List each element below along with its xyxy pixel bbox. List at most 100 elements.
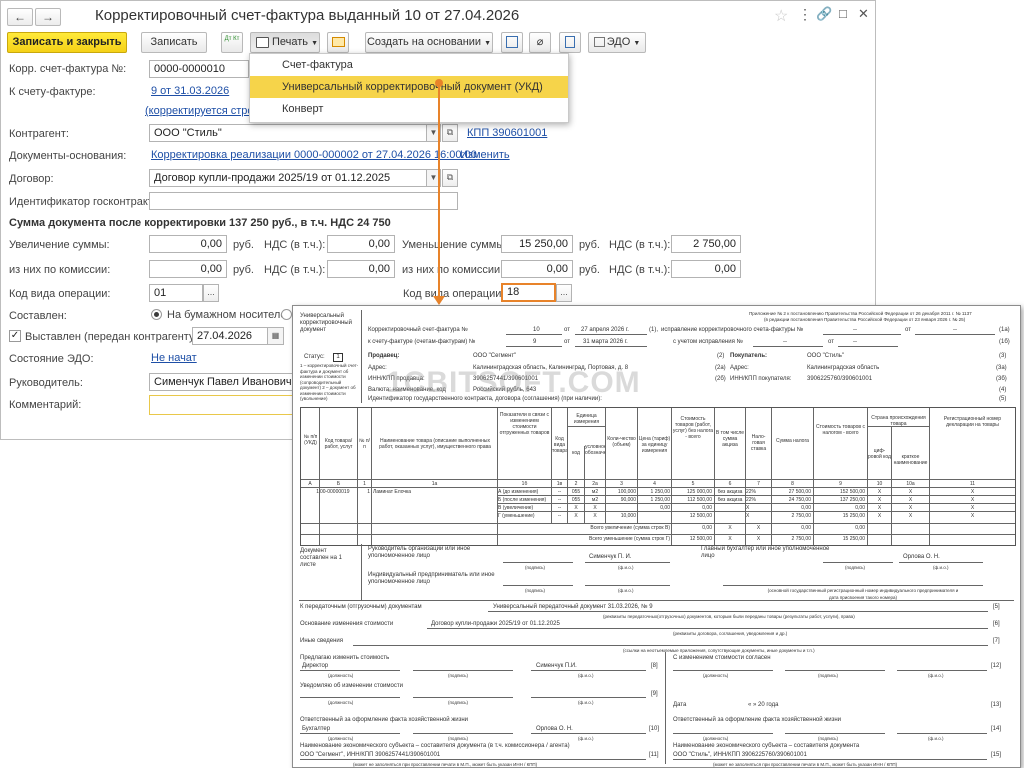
kontragent-open-button[interactable]: ⧉ [442, 124, 458, 142]
link-icon[interactable]: 🔗 [816, 6, 832, 22]
th-country: Страна происхождения товара [871, 415, 926, 427]
table-cell-cost: 125 000,00 [686, 489, 712, 495]
email-button[interactable] [327, 32, 349, 53]
issued-date-field[interactable]: 27.04.2026 [192, 327, 268, 345]
maximize-icon[interactable]: □ [839, 6, 847, 21]
commission-label: из них по комиссии: [9, 264, 111, 276]
idx: 6 [728, 481, 732, 487]
report-button[interactable] [559, 32, 581, 53]
electronic-radio[interactable] [281, 309, 292, 320]
decrease-nds-field[interactable]: 2 750,00 [671, 235, 741, 253]
doc-notify-label: Уведомляю об изменении стоимости [300, 683, 403, 689]
issued-checkbox[interactable]: ✓ [9, 330, 21, 342]
favorite-star-icon[interactable]: ☆ [774, 6, 788, 26]
doc-uline [673, 670, 773, 671]
forward-button[interactable]: → [35, 8, 61, 26]
calendar-button[interactable]: ▦ [268, 327, 284, 345]
window-title: Корректировочный счет-фактура выданный 1… [95, 7, 520, 24]
to-invoice-link[interactable]: 9 от 31.03.2026 [151, 85, 229, 97]
save-and-close-button[interactable]: Записать и закрыть [7, 32, 127, 53]
doc-c15: [15] [991, 752, 1002, 758]
operation-code-field-right[interactable]: 18 [501, 283, 556, 302]
head-field[interactable]: Сименчук Павел Иванович [149, 373, 295, 391]
dtkt-button[interactable]: Дт Кт [221, 32, 243, 53]
print-menu-item-invoice[interactable]: Счет-фактура [250, 54, 568, 76]
doc-uline [575, 334, 647, 335]
edo-icon [593, 37, 605, 48]
operation-code-select-button-right[interactable]: ... [556, 284, 572, 302]
more-menu-icon[interactable]: ⋮ [798, 6, 812, 23]
table-cell-code: X [574, 505, 578, 511]
attach-button[interactable]: ⌀ [529, 32, 551, 53]
corrected-line-link[interactable]: (корректируется строка [145, 105, 265, 117]
doc-c7: [7] [993, 638, 1000, 644]
structure-button[interactable] [501, 32, 523, 53]
paper-radio[interactable] [151, 309, 162, 320]
increase-nds-field[interactable]: 0,00 [327, 235, 395, 253]
fio-caption: (ф.и.о.) [928, 673, 944, 678]
total-increase-label: Всего увеличение (сумма строк В) [590, 525, 670, 531]
th-country-code: циф-ровой код [868, 448, 891, 460]
open-icon: ⧉ [446, 172, 454, 182]
doc-line1-fixnum: -- [853, 327, 857, 333]
doc-uline [300, 733, 400, 734]
back-button[interactable]: ← [7, 8, 33, 26]
doc-uline [503, 585, 573, 586]
kpp-link[interactable]: КПП 390601001 [467, 127, 547, 139]
operation-code-select-button[interactable]: ... [203, 284, 219, 302]
kontragent-field[interactable]: ООО "Стиль" [149, 124, 427, 142]
edo-state-link[interactable]: Не начат [151, 352, 197, 364]
doc-uline [823, 562, 893, 563]
table-cell-tax: 2 750,00 [791, 513, 811, 519]
contract-open-button[interactable]: ⧉ [442, 169, 458, 187]
decrease-commission-field[interactable]: 0,00 [501, 260, 573, 278]
increase-sum-field[interactable]: 0,00 [149, 235, 227, 253]
position-caption: (должность) [703, 673, 729, 678]
print-menu-item-ukd[interactable]: Универсальный корректировочный документ … [250, 76, 568, 98]
increase-commission-nds-field[interactable]: 0,00 [327, 260, 395, 278]
doc-propose-label: Предлагаю изменить стоимость [300, 655, 390, 661]
table-cell-x: X [908, 489, 913, 495]
decrease-sum-field[interactable]: 15 250,00 [501, 235, 573, 253]
operation-code-label: Код вида операции: [9, 288, 111, 300]
doc-currency-code: (4) [999, 387, 1007, 393]
dtkt-icon: Дт Кт [224, 36, 240, 42]
doc-uline [300, 759, 646, 760]
to-invoice-label: К счету-фактуре: [9, 86, 96, 98]
table-cell-k: А (до изменения) [498, 489, 539, 495]
doc-uline [897, 733, 987, 734]
corr-invoice-number-field[interactable]: 0000-0000010 [149, 60, 249, 78]
contract-field[interactable]: Договор купли-продажи 2025/19 от 01.12.2… [149, 169, 427, 187]
doc-uline [427, 628, 988, 629]
table-cell-rate: 22% [746, 489, 757, 495]
print-button[interactable]: Печать ▼ [250, 32, 320, 53]
increase-commission-field[interactable]: 0,00 [149, 260, 227, 278]
gov-contract-field[interactable] [149, 192, 458, 210]
operation-code-field[interactable]: 01 [149, 284, 203, 302]
grid-line [497, 495, 1015, 496]
total-increase-x: X [728, 525, 732, 531]
comment-label: Комментарий: [9, 399, 82, 411]
rub-label: руб. [579, 239, 600, 251]
comment-field[interactable] [149, 395, 295, 415]
create-based-button[interactable]: Создать на основании ▼ [365, 32, 493, 53]
change-link[interactable]: Изменить [460, 149, 510, 161]
save-button[interactable]: Записать [141, 32, 207, 53]
doc-chief-acc: Главный бухгалтер или иное уполномоченно… [701, 546, 830, 559]
idx: 3 [620, 481, 623, 487]
decrease-commission-nds-field[interactable]: 0,00 [671, 260, 741, 278]
dropdown-arrow-icon: ▼ [484, 40, 492, 47]
th-code: Код товара/ работ, услуг [324, 438, 353, 450]
table-cell-tax: 27 500,00 [788, 489, 811, 495]
document-sum-text: Сумма документа после корректировки 137 … [9, 217, 391, 229]
th-tax: Сумма налога [776, 438, 809, 444]
doc-uline [488, 611, 988, 612]
edo-label: ЭДО [606, 36, 631, 48]
doc-seller-code: (2) [717, 353, 725, 359]
base-docs-link[interactable]: Корректировка реализации 0000-000002 от … [151, 149, 477, 161]
grid-line [497, 511, 1015, 512]
close-icon[interactable]: ✕ [858, 6, 869, 22]
edo-button[interactable]: ЭДО ▼ [588, 32, 646, 53]
print-menu-item-envelope[interactable]: Конверт [250, 98, 568, 120]
doc-buyer-inn-code: (3б) [996, 376, 1007, 382]
